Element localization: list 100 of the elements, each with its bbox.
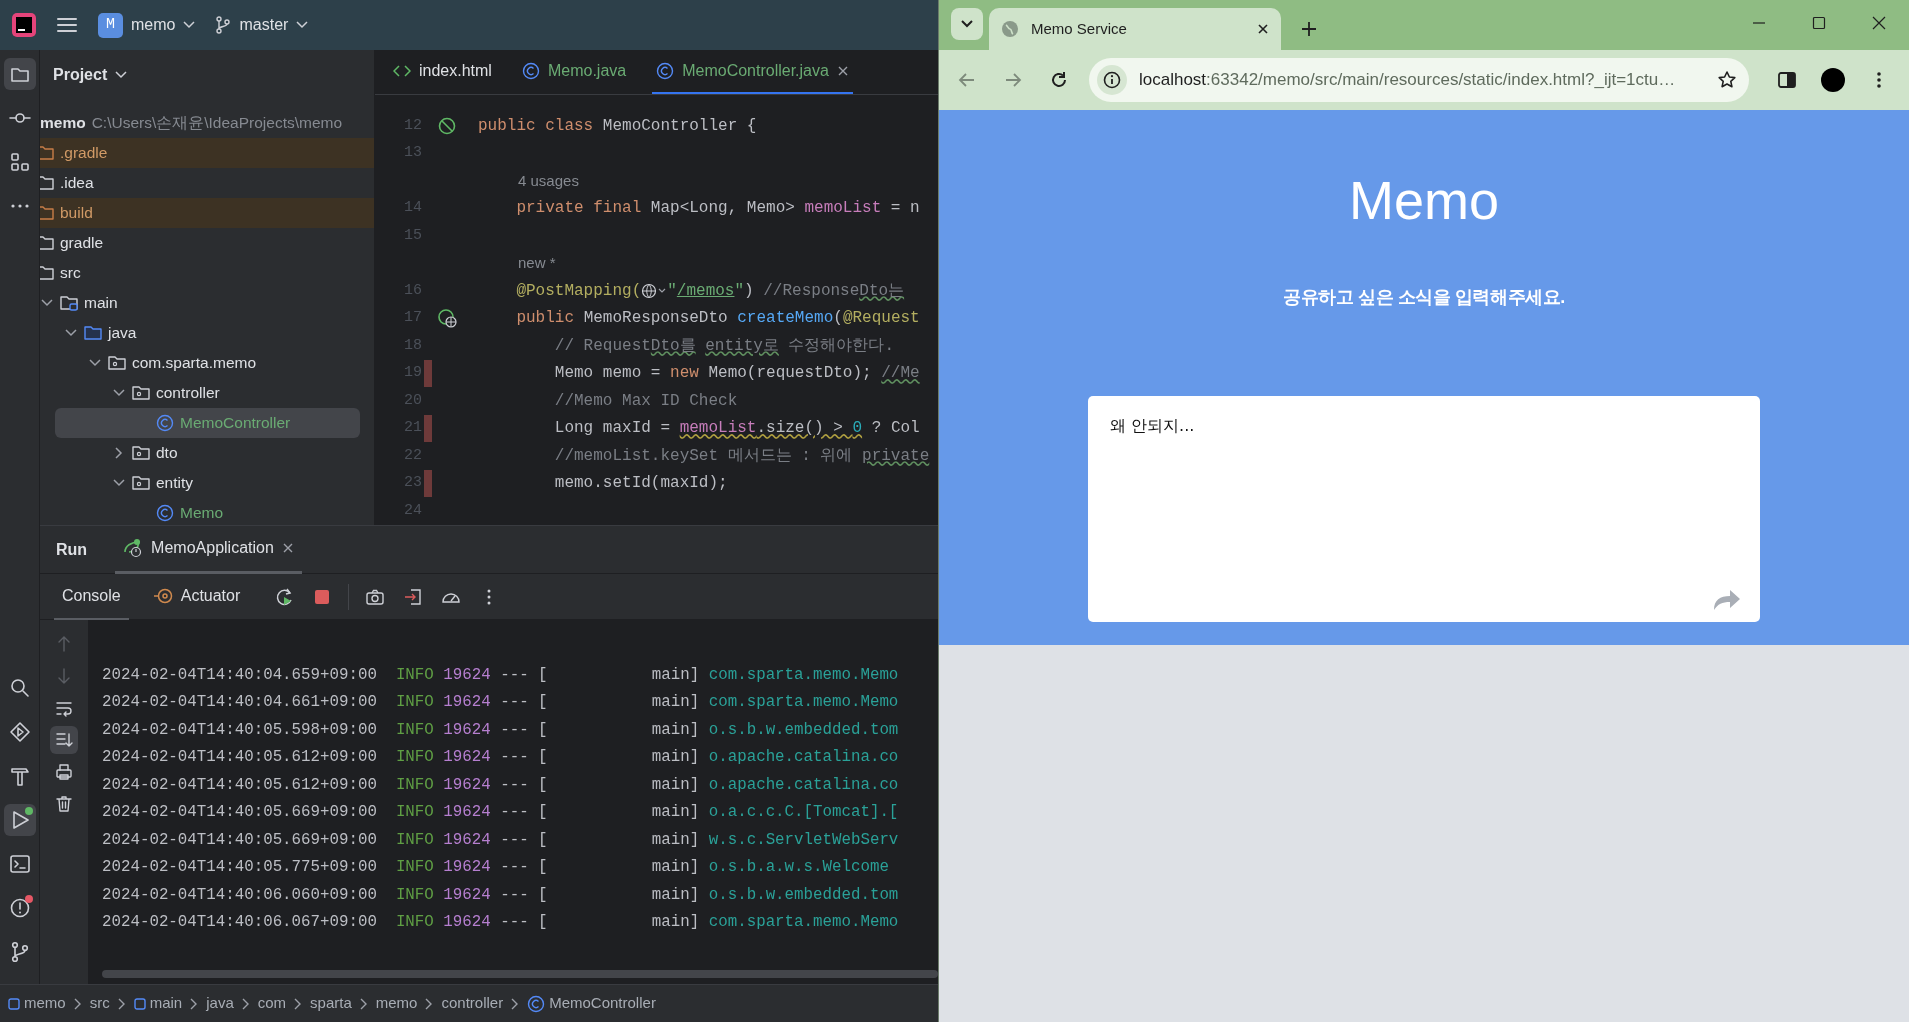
chevron-down-icon <box>296 21 309 29</box>
globe-icon[interactable] <box>641 282 668 299</box>
more-icon <box>10 204 29 208</box>
tree-item[interactable]: controller <box>112 378 228 408</box>
endpoint-icon[interactable] <box>437 308 457 329</box>
tree-item[interactable]: java <box>64 318 145 348</box>
change-marker[interactable] <box>424 359 432 387</box>
package-icon <box>132 385 150 401</box>
tree-item[interactable]: entity <box>112 468 202 498</box>
source-folder-icon <box>60 295 78 311</box>
tab-list-button[interactable] <box>951 8 983 40</box>
chevron-down-icon[interactable] <box>89 359 101 367</box>
tree-label: memo <box>40 113 86 134</box>
chevron-right-icon <box>190 997 199 1010</box>
tree-label: dto <box>156 443 178 464</box>
console-tab[interactable]: Actuator <box>144 573 249 620</box>
chevron-down-icon <box>961 20 973 28</box>
log-line: 2024-02-04T14:40:05.669+09:00 INFO 19624 --- [ main] w.s.c.ServletWebServ <box>102 829 900 851</box>
code-brackets-icon <box>393 64 411 78</box>
app-logo-icon[interactable] <box>12 13 36 37</box>
tree-item[interactable]: com.sparta.memo <box>88 348 265 378</box>
editor-tab[interactable]: MemoController.java <box>652 50 853 94</box>
more-icon <box>1877 72 1881 88</box>
class-icon <box>156 414 174 432</box>
chevron-down-icon[interactable] <box>115 71 128 79</box>
tree-item[interactable]: dto <box>112 438 186 468</box>
browser-tab[interactable]: Memo Service <box>989 8 1281 50</box>
exit-icon <box>403 586 424 607</box>
tree-item[interactable]: Memo <box>136 498 232 525</box>
tree-item[interactable]: main <box>40 288 126 318</box>
avatar-icon <box>1820 67 1846 93</box>
tree-label: .idea <box>60 173 94 194</box>
folder-icon <box>84 325 102 341</box>
close-icon <box>1872 16 1886 30</box>
tree-item[interactable]: MemoController <box>55 408 360 438</box>
code-line: //memoList.keySet 메서드는 : 위에 private <box>553 445 930 467</box>
breadcrumb-item[interactable]: main <box>133 992 183 1015</box>
horizontal-scrollbar[interactable] <box>102 970 938 978</box>
package-icon <box>132 475 150 491</box>
site-info-button[interactable] <box>1097 65 1127 95</box>
run-config-tab[interactable]: MemoApplication <box>115 525 302 574</box>
code-line: @PostMapping( "/memos") //ResponseDto는 <box>515 280 905 302</box>
spring-run-icon <box>123 538 144 558</box>
star-icon[interactable] <box>1717 70 1737 90</box>
tree-item[interactable]: src <box>40 258 89 288</box>
breadcrumb-item[interactable]: src <box>89 992 110 1015</box>
tree-label: MemoController <box>180 413 291 434</box>
page-subtitle: 공유하고 싶은 소식을 입력해주세요. <box>1283 286 1565 309</box>
tree-item[interactable]: memo C:\Users\손재윤\IdeaProjects\memo <box>40 108 351 138</box>
menu-icon[interactable] <box>56 16 78 34</box>
problems-icon <box>8 897 31 919</box>
url-text: localhost:63342/memo/src/main/resources/static/index.html?_ijt=1ctu… <box>1139 69 1677 92</box>
log-line: 2024-02-04T14:40:04.659+09:00 INFO 19624 --- [ main] com.sparta.memo.Memo <box>102 664 900 686</box>
breadcrumb-item[interactable]: memo <box>8 992 66 1015</box>
branch-selector[interactable]: master <box>215 13 309 37</box>
breadcrumb-item[interactable]: MemoController <box>527 992 656 1015</box>
tree-label: controller <box>156 383 220 404</box>
change-marker[interactable] <box>424 414 432 442</box>
breadcrumb-item[interactable]: sparta <box>310 992 352 1015</box>
class-icon <box>656 62 675 80</box>
chevron-down-icon[interactable] <box>113 479 125 487</box>
code-line: public class MemoController { <box>478 115 757 137</box>
structure-icon <box>8 151 31 173</box>
folder-icon <box>40 175 54 191</box>
breadcrumb-item[interactable]: controller <box>441 992 504 1015</box>
console-tool-button[interactable] <box>50 726 78 754</box>
change-marker[interactable] <box>424 469 432 497</box>
branch-name: master <box>239 15 289 35</box>
editor-tab[interactable]: index.html <box>389 50 496 94</box>
breadcrumb-item[interactable]: java <box>206 992 234 1015</box>
tree-item[interactable]: build <box>40 198 101 228</box>
breadcrumb-item[interactable]: com <box>257 992 287 1015</box>
class-icon <box>156 504 174 522</box>
side-panel-icon <box>1777 70 1797 90</box>
close-icon[interactable] <box>1257 23 1269 35</box>
search-icon <box>8 677 31 699</box>
tool-window-button[interactable] <box>3 804 36 836</box>
chevron-right-icon <box>425 997 434 1010</box>
tree-item[interactable]: .idea <box>40 168 102 198</box>
tree-label: com.sparta.memo <box>132 353 257 374</box>
folder-icon <box>40 235 54 251</box>
editor-tab[interactable]: Memo.java <box>517 50 631 94</box>
chevron-down-icon[interactable] <box>65 329 77 337</box>
chevron-down-icon[interactable] <box>113 389 125 397</box>
tree-label: build <box>60 203 93 224</box>
plus-icon <box>1301 21 1317 37</box>
close-icon[interactable] <box>281 542 294 554</box>
address-bar[interactable]: localhost:63342/memo/src/main/resources/static/index.html?_ijt=1ctu… <box>1089 58 1749 102</box>
code-line: memo.setId(maxId); <box>553 473 728 495</box>
bean-icon[interactable] <box>437 115 457 136</box>
close-icon[interactable] <box>836 65 849 77</box>
project-selector[interactable]: M memo <box>98 12 196 38</box>
tool-window-button[interactable] <box>3 58 36 90</box>
chevron-right-icon[interactable] <box>115 447 123 459</box>
log-line: 2024-02-04T14:40:05.612+09:00 INFO 19624 --- [ main] o.apache.catalina.co <box>102 774 900 796</box>
tree-item[interactable]: gradle <box>40 228 112 258</box>
chevron-down-icon[interactable] <box>41 299 53 307</box>
breadcrumb-item[interactable]: memo <box>375 992 418 1015</box>
module-icon <box>133 997 146 1010</box>
memo-input[interactable]: 왜 안되지... <box>1088 396 1760 622</box>
